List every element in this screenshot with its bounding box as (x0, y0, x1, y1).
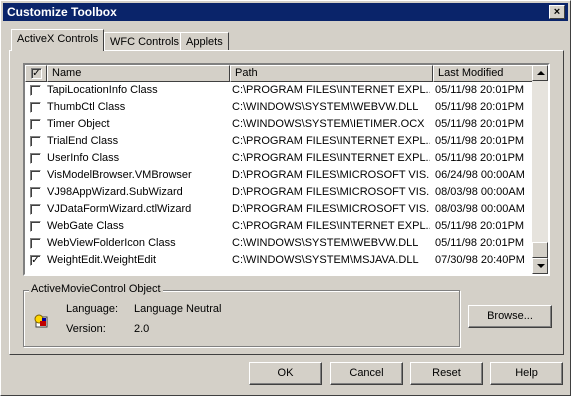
row-path: C:\PROGRAM FILES\INTERNET EXPL... (232, 84, 430, 96)
activex-control-icon (34, 314, 48, 328)
row-path: C:\WINDOWS\SYSTEM\MSJAVA.DLL (232, 254, 419, 266)
row-modified: 08/03/98 00:00AM (435, 186, 525, 198)
row-checkbox[interactable] (30, 102, 41, 113)
row-path: C:\PROGRAM FILES\INTERNET EXPL... (232, 135, 430, 147)
row-path: C:\WINDOWS\SYSTEM\WEBVW.DLL (232, 101, 419, 113)
list-item[interactable]: WebViewFolderIcon Class C:\WINDOWS\SYSTEM… (25, 235, 532, 252)
version-label: Version: (66, 323, 106, 335)
row-name: WeightEdit.WeightEdit (47, 254, 157, 266)
row-modified: 06/24/98 00:00AM (435, 169, 525, 181)
tab-applets[interactable]: Applets (180, 32, 229, 50)
scroll-thumb[interactable] (532, 242, 548, 258)
groupbox-title: ActiveMovieControl Object (29, 283, 163, 295)
reset-button[interactable]: Reset (410, 362, 483, 385)
tab-label: WFC Controls (110, 36, 180, 48)
row-checkbox[interactable] (30, 238, 41, 249)
up-arrow-icon (537, 71, 545, 75)
list-item[interactable]: WebGate Class C:\PROGRAM FILES\INTERNET E… (25, 218, 532, 235)
row-path: C:\WINDOWS\SYSTEM\IETIMER.OCX (232, 118, 425, 130)
row-checkbox[interactable] (30, 119, 41, 130)
row-modified: 07/30/98 20:40PM (435, 254, 525, 266)
language-value: Language Neutral (134, 303, 222, 315)
list-item[interactable]: TapiLocationInfo Class C:\PROGRAM FILES\I… (25, 82, 532, 99)
list-item[interactable]: VJDataFormWizard.ctlWizard D:\PROGRAM FIL… (25, 201, 532, 218)
details-groupbox (23, 290, 460, 347)
tab-label: ActiveX Controls (17, 33, 99, 45)
row-name: VJ98AppWizard.SubWizard (47, 186, 183, 198)
row-name: WebViewFolderIcon Class (47, 237, 176, 249)
row-checkbox[interactable] (30, 136, 41, 147)
row-modified: 05/11/98 20:01PM (435, 84, 525, 96)
row-path: D:\PROGRAM FILES\MICROSOFT VIS... (232, 186, 430, 198)
row-name: VJDataFormWizard.ctlWizard (47, 203, 192, 215)
row-modified: 05/11/98 20:01PM (435, 101, 525, 113)
row-modified: 05/11/98 20:01PM (435, 237, 525, 249)
help-button[interactable]: Help (490, 362, 563, 385)
row-name: TapiLocationInfo Class (47, 84, 158, 96)
header-name[interactable]: Name (47, 65, 230, 82)
row-checkbox[interactable] (30, 187, 41, 198)
row-path: D:\PROGRAM FILES\MICROSOFT VIS... (232, 169, 430, 181)
row-checkbox[interactable] (30, 85, 41, 96)
header-check-column[interactable]: ✓ (25, 65, 47, 82)
list-item[interactable]: VJ98AppWizard.SubWizard D:\PROGRAM FILES\… (25, 184, 532, 201)
header-path[interactable]: Path (230, 65, 433, 82)
tab-label: Applets (186, 36, 223, 48)
header-last-modified[interactable]: Last Modified (433, 65, 534, 82)
list-item[interactable]: VisModelBrowser.VMBrowser D:\PROGRAM FILE… (25, 167, 532, 184)
row-checkbox[interactable] (30, 204, 41, 215)
scroll-up-button[interactable] (532, 65, 548, 81)
row-modified: 05/11/98 20:01PM (435, 152, 525, 164)
vertical-scrollbar[interactable] (532, 65, 548, 274)
row-modified: 05/11/98 20:01PM (435, 135, 525, 147)
customize-toolbox-dialog: Customize Toolbox × ActiveX Controls WFC… (0, 0, 571, 396)
row-modified: 08/03/98 00:00AM (435, 203, 525, 215)
row-name: WebGate Class (47, 220, 124, 232)
row-name: VisModelBrowser.VMBrowser (47, 169, 192, 181)
window-title: Customize Toolbox (7, 5, 117, 19)
list-item[interactable]: ✓ WeightEdit.WeightEdit C:\WINDOWS\SYSTEM\… (25, 252, 532, 269)
row-checkbox[interactable]: ✓ (30, 255, 41, 266)
language-label: Language: (66, 303, 118, 315)
row-path: C:\PROGRAM FILES\INTERNET EXPL... (232, 220, 430, 232)
row-modified: 05/11/98 20:01PM (435, 220, 525, 232)
scroll-down-button[interactable] (532, 258, 548, 274)
down-arrow-icon (537, 264, 545, 268)
list-item[interactable]: ThumbCtl Class C:\WINDOWS\SYSTEM\WEBVW.DL… (25, 99, 532, 116)
row-path: C:\PROGRAM FILES\INTERNET EXPL... (232, 152, 430, 164)
list-item[interactable]: TrialEnd Class C:\PROGRAM FILES\INTERNET … (25, 133, 532, 150)
row-name: Timer Object (47, 118, 110, 130)
row-modified: 05/11/98 20:01PM (435, 118, 525, 130)
version-value: 2.0 (134, 323, 150, 335)
list-item[interactable]: Timer Object C:\WINDOWS\SYSTEM\IETIMER.OC… (25, 116, 532, 133)
row-checkbox[interactable] (30, 153, 41, 164)
browse-button[interactable]: Browse... (468, 305, 552, 328)
controls-list[interactable]: ✓ Name Path Last Modified TapiLocationIn… (23, 63, 550, 276)
header-checkbox: ✓ (31, 68, 42, 79)
tab-wfc-controls[interactable]: WFC Controls (104, 32, 186, 50)
row-checkbox[interactable] (30, 221, 41, 232)
row-path: D:\PROGRAM FILES\MICROSOFT VIS... (232, 203, 430, 215)
list-item[interactable]: UserInfo Class C:\PROGRAM FILES\INTERNET … (25, 150, 532, 167)
row-path: C:\WINDOWS\SYSTEM\WEBVW.DLL (232, 237, 419, 249)
ok-button[interactable]: OK (249, 362, 322, 385)
row-name: UserInfo Class (47, 152, 120, 164)
close-button[interactable]: × (549, 5, 565, 19)
tab-activex-controls[interactable]: ActiveX Controls (11, 29, 105, 51)
cancel-button[interactable]: Cancel (330, 362, 403, 385)
row-checkbox[interactable] (30, 170, 41, 181)
row-name: TrialEnd Class (47, 135, 119, 147)
row-name: ThumbCtl Class (47, 101, 126, 113)
title-bar[interactable]: Customize Toolbox × (3, 3, 568, 21)
